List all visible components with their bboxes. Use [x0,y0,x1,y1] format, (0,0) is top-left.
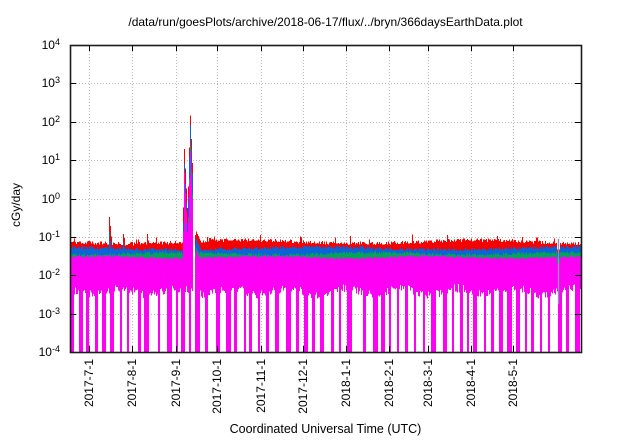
x-tick-label: 2018-5-1 [506,359,520,407]
y-tick-label: 102 [0,113,60,131]
x-tick-label: 2017-10-1 [210,359,224,414]
x-tick-label: 2017-8-1 [125,359,139,407]
x-tick-label: 2018-2-1 [382,359,396,407]
y-tick-label: 101 [0,151,60,169]
x-tick-label: 2018-4-1 [464,359,478,407]
y-tick-label: 103 [0,74,60,92]
x-tick-label: 2017-11-1 [254,359,268,413]
x-tick-label: 2017-7-1 [82,359,96,407]
y-tick-label: 10-4 [0,343,60,361]
x-axis-label: Coordinated Universal Time (UTC) [70,422,581,436]
y-tick-label: 104 [0,36,60,54]
y-tick-label: 10-3 [0,305,60,323]
x-tick-label: 2018-3-1 [421,359,435,407]
y-tick-label: 100 [0,190,60,208]
x-tick-label: 2017-9-1 [169,359,183,407]
x-tick-label: 2018-1-1 [339,359,353,407]
goes-dose-plot-figure: 2017-7-1 2017-8-1 2017-9-1 2017-10-1 2017-11… [0,0,640,448]
plot-title: /data/run/goesPlots/archive/2018-06-17/f… [70,15,581,29]
plot-area: 2017-7-1 2017-8-1 2017-9-1 2017-10-1 2017-11… [0,0,640,448]
x-tick-label: 2017-12-1 [296,359,310,414]
y-tick-label: 10-1 [0,228,60,246]
y-tick-label: 10-2 [0,266,60,284]
